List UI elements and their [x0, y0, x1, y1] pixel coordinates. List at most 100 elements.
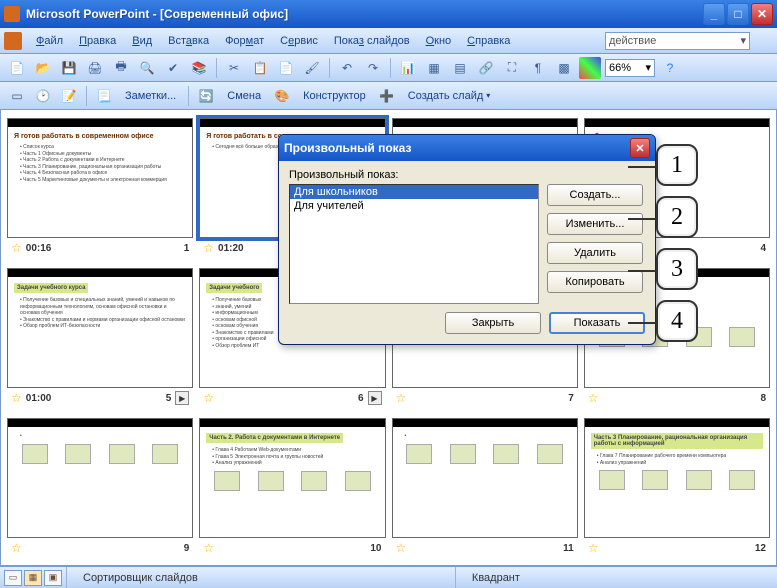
new-icon[interactable]: 📄: [6, 57, 28, 79]
tables-borders-icon[interactable]: ▤: [449, 57, 471, 79]
transition-icon: ☆: [396, 541, 407, 555]
menu-file[interactable]: Файл: [28, 32, 71, 50]
separator: [390, 58, 391, 78]
show-formatting-icon[interactable]: ¶: [527, 57, 549, 79]
callout-1: 1: [656, 144, 698, 186]
list-item[interactable]: Для школьников: [290, 185, 538, 199]
transition-button[interactable]: Смена: [221, 90, 267, 102]
slide-thumbnail[interactable]: Я готов работать в современном офисе• Сп…: [7, 118, 193, 258]
save-icon[interactable]: 💾: [58, 57, 80, 79]
document-control-icon[interactable]: [4, 32, 22, 50]
menubar: Файл Правка Вид Вставка Формат Сервис По…: [0, 28, 777, 54]
close-button[interactable]: ✕: [751, 3, 773, 25]
permission-icon[interactable]: 🖨: [84, 57, 106, 79]
summary-icon[interactable]: 📝: [58, 85, 80, 107]
dialog-title: Произвольный показ: [284, 141, 411, 155]
edit-button[interactable]: Изменить...: [547, 213, 643, 235]
chart-icon[interactable]: 📊: [397, 57, 419, 79]
close-dialog-button[interactable]: Закрыть: [445, 312, 541, 334]
transition-icon: ☆: [396, 391, 407, 405]
slideshow-view-button[interactable]: ▣: [44, 570, 62, 586]
sorter-view-button[interactable]: ▦: [24, 570, 42, 586]
animation-icon: ▶: [175, 391, 189, 405]
new-slide-icon[interactable]: ➕: [376, 85, 398, 107]
format-painter-icon[interactable]: 🖌: [301, 57, 323, 79]
custom-show-dialog: Произвольный показ ✕ Произвольный показ:…: [278, 134, 656, 345]
slide-thumbnail[interactable]: Часть 3 Планирование, рациональная орган…: [584, 418, 770, 558]
animation-icon: ▶: [368, 391, 382, 405]
preview-icon[interactable]: 🔍: [136, 57, 158, 79]
cut-icon[interactable]: ✂: [223, 57, 245, 79]
paste-icon[interactable]: 📄: [275, 57, 297, 79]
table-icon[interactable]: ▦: [423, 57, 445, 79]
app-icon: [4, 6, 20, 22]
annotation-callouts: 1 2 3 4: [656, 144, 698, 352]
notes-icon[interactable]: 📃: [93, 85, 115, 107]
transition-icon: ☆: [11, 541, 22, 555]
transition-icon: ☆: [203, 391, 214, 405]
minimize-button[interactable]: _: [703, 3, 725, 25]
rehearse-icon[interactable]: 🕑: [32, 85, 54, 107]
callout-2: 2: [656, 196, 698, 238]
separator: [86, 86, 87, 106]
transition-icon: ☆: [11, 391, 22, 405]
hide-slide-icon[interactable]: ▭: [6, 85, 28, 107]
menu-edit[interactable]: Правка: [71, 32, 124, 50]
menu-format[interactable]: Формат: [217, 32, 272, 50]
transition-icon: ☆: [11, 241, 22, 255]
separator: [188, 86, 189, 106]
menu-insert[interactable]: Вставка: [160, 32, 217, 50]
dialog-label: Произвольный показ:: [289, 169, 645, 181]
transition-icon: ☆: [203, 241, 214, 255]
task-toolbar: ▭ 🕑 📝 📃 Заметки... 🔄 Смена 🎨 Конструктор…: [0, 82, 777, 110]
status-view-mode: Сортировщик слайдов: [66, 567, 214, 588]
zoom-combo[interactable]: 66%▾: [605, 59, 655, 77]
window-title: Microsoft PowerPoint - [Современный офис…: [26, 7, 701, 21]
menu-help[interactable]: Справка: [459, 32, 518, 50]
create-button[interactable]: Создать...: [547, 184, 643, 206]
hyperlink-icon[interactable]: 🔗: [475, 57, 497, 79]
expand-icon[interactable]: ⛶: [501, 57, 523, 79]
slide-thumbnail[interactable]: • ☆11: [392, 418, 578, 558]
copy-icon[interactable]: 📋: [249, 57, 271, 79]
slide-thumbnail[interactable]: Часть 2. Работа с документами в Интернет…: [199, 418, 385, 558]
color-icon[interactable]: [579, 57, 601, 79]
separator: [329, 58, 330, 78]
print-icon[interactable]: 🖶: [110, 57, 132, 79]
help-search-input[interactable]: действие▾: [605, 32, 750, 50]
spelling-icon[interactable]: ✔: [162, 57, 184, 79]
callout-4: 4: [656, 300, 698, 342]
normal-view-button[interactable]: ▭: [4, 570, 22, 586]
maximize-button[interactable]: □: [727, 3, 749, 25]
copy-button[interactable]: Копировать: [547, 271, 643, 293]
new-slide-button[interactable]: Создать слайд▾: [402, 90, 496, 102]
research-icon[interactable]: 📚: [188, 57, 210, 79]
slide-thumbnail[interactable]: Задачи учебного курса• Получение базовых…: [7, 268, 193, 408]
open-icon[interactable]: 📂: [32, 57, 54, 79]
menu-view[interactable]: Вид: [124, 32, 160, 50]
notes-button[interactable]: Заметки...: [119, 90, 182, 102]
status-mid: Квадрант: [455, 567, 536, 588]
menu-tools[interactable]: Сервис: [272, 32, 326, 50]
slide-thumbnail[interactable]: • ☆9: [7, 418, 193, 558]
list-item[interactable]: Для учителей: [290, 199, 538, 213]
custom-shows-listbox[interactable]: Для школьников Для учителей: [289, 184, 539, 304]
transition-icon: ☆: [588, 391, 599, 405]
titlebar: Microsoft PowerPoint - [Современный офис…: [0, 0, 777, 28]
standard-toolbar: 📄 📂 💾 🖨 🖶 🔍 ✔ 📚 ✂ 📋 📄 🖌 ↶ ↷ 📊 ▦ ▤ 🔗 ⛶ ¶ …: [0, 54, 777, 82]
design-icon[interactable]: 🎨: [271, 85, 293, 107]
transition-icon: ☆: [203, 541, 214, 555]
designer-button[interactable]: Конструктор: [297, 90, 372, 102]
undo-icon[interactable]: ↶: [336, 57, 358, 79]
show-grid-icon[interactable]: ▩: [553, 57, 575, 79]
dialog-close-button[interactable]: ✕: [630, 138, 650, 158]
delete-button[interactable]: Удалить: [547, 242, 643, 264]
menu-window[interactable]: Окно: [418, 32, 460, 50]
transition-icon[interactable]: 🔄: [195, 85, 217, 107]
transition-icon: ☆: [588, 541, 599, 555]
menu-slideshow[interactable]: Показ слайдов: [326, 32, 418, 50]
help-icon[interactable]: ?: [659, 57, 681, 79]
callout-3: 3: [656, 248, 698, 290]
redo-icon[interactable]: ↷: [362, 57, 384, 79]
dialog-titlebar[interactable]: Произвольный показ ✕: [279, 135, 655, 161]
